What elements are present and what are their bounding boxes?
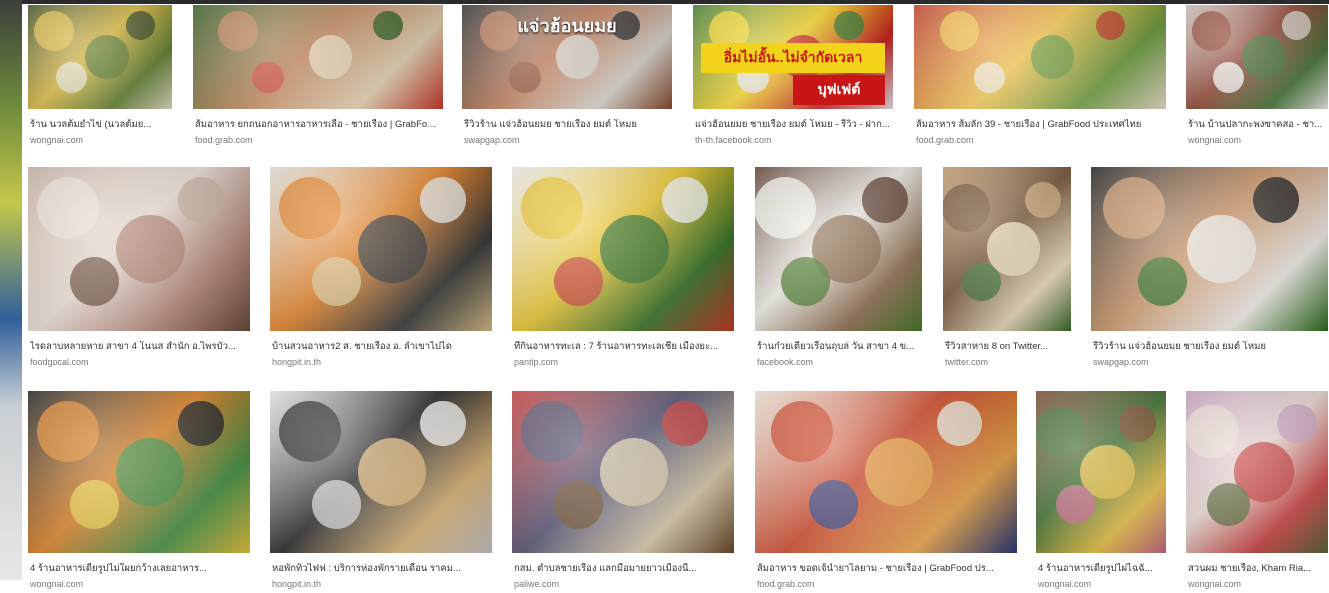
result-tile[interactable]: อิ่มไม่อั้น..ไม่จำกัดเวลา บุฟเฟต์แจ่วฮ้อน… <box>693 5 893 149</box>
thumbnail-shading <box>943 167 1071 331</box>
thumbnail-shading <box>755 391 1017 553</box>
thumbnail-shading <box>914 5 1166 109</box>
result-title[interactable]: ร้าน นวลต้มยำไข่ (นวลต้มย... <box>30 119 170 131</box>
top-border <box>22 0 1329 4</box>
thumbnail-shading <box>270 391 492 553</box>
result-source: wongnai.com <box>1038 579 1092 589</box>
result-source: th-th.facebook.com <box>695 135 772 145</box>
result-thumbnail[interactable] <box>1036 391 1166 553</box>
result-tile[interactable]: กสม. ตำบลชายเรือง แลกมือมายยาวเมืองนี้..… <box>512 391 734 593</box>
result-source: paliwe.com <box>514 579 560 589</box>
result-source: wongnai.com <box>1188 135 1242 145</box>
left-panel-edge <box>0 0 22 580</box>
result-tile[interactable]: ไรดลาบหลายหาย สาขา 4 โนนส สำนัก อ.ไพรบัว… <box>28 167 250 371</box>
result-tile[interactable]: ร้าน บ้านปลากะพงซาคสอ - ชา... wongnai.com <box>1186 5 1328 149</box>
result-source: pantip.com <box>514 357 559 367</box>
result-title[interactable]: ร้าน บ้านปลากะพงซาคสอ - ชา... <box>1188 119 1326 131</box>
result-source: food.grab.com <box>757 579 815 589</box>
result-title[interactable]: แจ่วฮ้อนยมย ชายเรือง ยมต์ โหมย - รีวิว -… <box>695 119 891 131</box>
result-title[interactable]: หอพักทิวไฟฟ : บริการห่องพักรายเดือน ราคม… <box>272 563 490 575</box>
result-title[interactable]: ส้มอาหาร ขอดเจ้น้ำยาไลยาม - ชายเรือง | G… <box>757 563 1015 575</box>
result-tile[interactable]: สวนผม ชายเรือง, Kham Ria... wongnai.com <box>1186 391 1328 593</box>
result-thumbnail[interactable] <box>28 5 172 109</box>
thumbnail-banner-buffet: บุฟเฟต์ <box>793 75 885 105</box>
result-title[interactable]: รีวิวร้าน แจ่วฮ้อนยมย ชายเรือง ยมต์ โหมย <box>1093 341 1326 353</box>
result-title[interactable]: กสม. ตำบลชายเรือง แลกมือมายยาวเมืองนี้..… <box>514 563 732 575</box>
result-thumbnail[interactable] <box>914 5 1166 109</box>
result-source: hongpit.in.th <box>272 357 322 367</box>
result-thumbnail[interactable] <box>193 5 443 109</box>
result-title[interactable]: ร้านก๋วยเตี๋ยวเรือนถุบล่ วัน สาขา 4 ข... <box>757 341 920 353</box>
result-tile[interactable]: บ้านสวนอาหาร2 ส. ชายเรือง อ. ลำเขาไปได ho… <box>270 167 492 371</box>
result-thumbnail[interactable] <box>512 167 734 331</box>
result-title[interactable]: ส้มอาหาร ส้มลัก 39 - ชายเรือง | GrabFood… <box>916 119 1164 131</box>
result-source: wongnai.com <box>30 579 84 589</box>
thumbnail-shading <box>512 167 734 331</box>
result-tile[interactable]: ร้าน นวลต้มยำไข่ (นวลต้มย... wongnai.com <box>28 5 172 149</box>
thumbnail-overlay-text: แจ่วฮ้อนยมย <box>517 16 617 36</box>
result-thumbnail[interactable] <box>28 167 250 331</box>
result-title[interactable]: รีวิวร้าน แจ่วฮ้อนยมย ชายเรือง ยมต์ โหมย <box>464 119 670 131</box>
result-source: swapgap.com <box>1093 357 1149 367</box>
result-thumbnail[interactable] <box>270 167 492 331</box>
result-title[interactable]: ไรดลาบหลายหาย สาขา 4 โนนส สำนัก อ.ไพรบัว… <box>30 341 248 353</box>
result-thumbnail[interactable]: อิ่มไม่อั้น..ไม่จำกัดเวลา บุฟเฟต์ <box>693 5 893 109</box>
result-tile[interactable]: รีวิวร้าน แจ่วฮ้อนยมย ชายเรือง ยมต์ โหมย… <box>1091 167 1328 371</box>
thumbnail-shading <box>755 167 922 331</box>
thumbnail-shading <box>1186 391 1328 553</box>
result-thumbnail[interactable] <box>28 391 250 553</box>
result-tile[interactable]: ส้มอาหาร ส้มลัก 39 - ชายเรือง | GrabFood… <box>914 5 1166 149</box>
thumbnail-shading <box>1186 5 1328 109</box>
result-thumbnail[interactable] <box>755 391 1017 553</box>
result-tile[interactable]: ร้านก๋วยเตี๋ยวเรือนถุบล่ วัน สาขา 4 ข...… <box>755 167 922 371</box>
result-title[interactable]: 4 ร้านอาหารเดียรูปไม่ใผยกว้างเลยอาหาร... <box>30 563 248 575</box>
result-tile[interactable]: รีวิวสาหาย 8 on Twitter... twitter.com <box>943 167 1071 371</box>
thumbnail-shading <box>270 167 492 331</box>
thumbnail-banner: อิ่มไม่อั้น..ไม่จำกัดเวลา <box>701 43 885 73</box>
thumbnail-shading <box>28 5 172 109</box>
result-source: foodgocal.com <box>30 357 89 367</box>
result-thumbnail[interactable] <box>755 167 922 331</box>
result-source: facebook.com <box>757 357 814 367</box>
result-tile[interactable]: ที่กินอาหารทะเล : 7 ร้านอาหารทะเลเชีย เม… <box>512 167 734 371</box>
result-source: food.grab.com <box>916 135 974 145</box>
result-tile[interactable]: หอพักทิวไฟฟ : บริการห่องพักรายเดือน ราคม… <box>270 391 492 593</box>
thumbnail-shading <box>512 391 734 553</box>
thumbnail-shading <box>28 167 250 331</box>
result-title[interactable]: 4 ร้านอาหารเดียรูปไผ่ไฉฉั... <box>1038 563 1164 575</box>
result-thumbnail[interactable]: แจ่วฮ้อนยมย <box>462 5 672 109</box>
result-tile[interactable]: 4 ร้านอาหารเดียรูปไผ่ไฉฉั... wongnai.com <box>1036 391 1166 593</box>
result-thumbnail[interactable] <box>270 391 492 553</box>
result-thumbnail[interactable] <box>1091 167 1328 331</box>
result-thumbnail[interactable] <box>943 167 1071 331</box>
thumbnail-shading <box>28 391 250 553</box>
result-thumbnail[interactable] <box>512 391 734 553</box>
result-title[interactable]: รีวิวสาหาย 8 on Twitter... <box>945 341 1069 353</box>
thumbnail-shading <box>1091 167 1328 331</box>
thumbnail-shading <box>1036 391 1166 553</box>
thumbnail-shading <box>193 5 443 109</box>
result-source: food.grab.com <box>195 135 253 145</box>
result-thumbnail[interactable] <box>1186 391 1328 553</box>
result-tile[interactable]: ส้มอาหาร ขอดเจ้น้ำยาไลยาม - ชายเรือง | G… <box>755 391 1017 593</box>
result-title[interactable]: สวนผม ชายเรือง, Kham Ria... <box>1188 563 1326 575</box>
result-source: twitter.com <box>945 357 989 367</box>
result-title[interactable]: บ้านสวนอาหาร2 ส. ชายเรือง อ. ลำเขาไปได <box>272 341 490 353</box>
result-title[interactable]: ส้มอาหาร ยกถนอกอาหารอาหารเลือ - ชายเรือง… <box>195 119 441 131</box>
result-tile[interactable]: แจ่วฮ้อนยมยรีวิวร้าน แจ่วฮ้อนยมย ชายเรือ… <box>462 5 672 149</box>
result-source: wongnai.com <box>1188 579 1242 589</box>
result-title[interactable]: ที่กินอาหารทะเล : 7 ร้านอาหารทะเลเชีย เม… <box>514 341 732 353</box>
result-tile[interactable]: 4 ร้านอาหารเดียรูปไม่ใผยกว้างเลยอาหาร...… <box>28 391 250 593</box>
result-tile[interactable]: ส้มอาหาร ยกถนอกอาหารอาหารเลือ - ชายเรือง… <box>193 5 443 149</box>
result-source: hongpit.in.th <box>272 579 322 589</box>
result-source: swapgap.com <box>464 135 520 145</box>
result-thumbnail[interactable] <box>1186 5 1328 109</box>
result-source: wongnai.com <box>30 135 84 145</box>
